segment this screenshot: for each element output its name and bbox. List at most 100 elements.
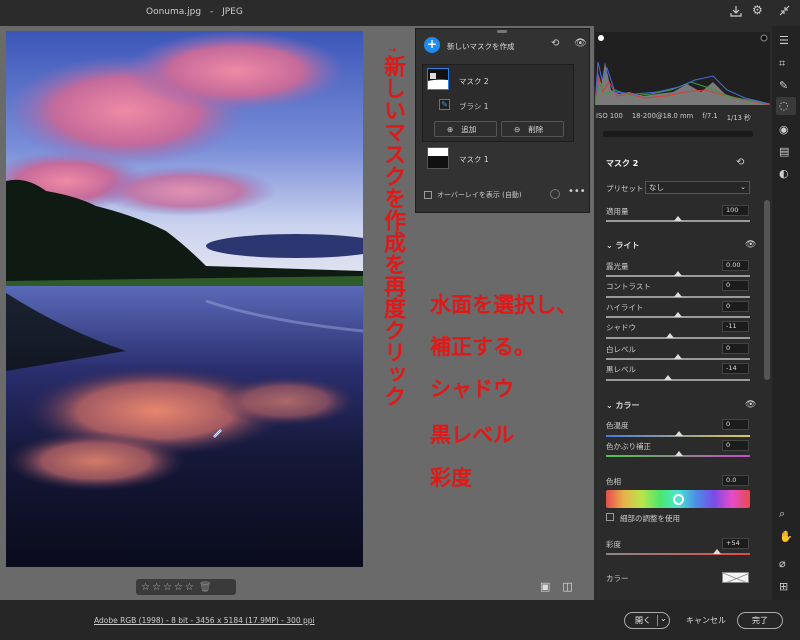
file-format: JPEG — [222, 7, 243, 17]
overlay-color-icon[interactable] — [550, 189, 560, 199]
trash-icon[interactable]: 🗑 — [199, 582, 212, 593]
new-mask-label[interactable]: 新しいマスクを作成 — [447, 41, 515, 52]
single-view-icon[interactable]: ▣ — [540, 580, 550, 593]
mask-thumbnail[interactable] — [427, 68, 449, 90]
cancel-button[interactable]: キャンセル — [686, 615, 726, 626]
tint-value[interactable]: 0 — [722, 440, 749, 451]
color-swatch[interactable] — [722, 572, 749, 583]
subtract-mask-icon: ⊖ — [514, 124, 521, 134]
collapse-icon[interactable] — [779, 5, 790, 19]
star-icon[interactable]: ☆ — [185, 582, 194, 593]
color-title: カラー — [615, 401, 640, 410]
color-label: カラー — [606, 574, 629, 583]
light-title: ライト — [615, 241, 640, 250]
grid-icon[interactable]: ⊞ — [779, 580, 788, 593]
done-button[interactable]: 完了 — [737, 612, 783, 629]
slider-thumb[interactable] — [674, 312, 682, 317]
star-icon[interactable]: ☆ — [163, 582, 172, 593]
star-rating[interactable]: ☆ ☆ ☆ ☆ ☆ 🗑 — [136, 579, 236, 595]
whites-value[interactable]: 0 — [722, 343, 749, 354]
slider-thumb[interactable] — [674, 354, 682, 359]
more-icon[interactable]: ••• — [568, 186, 586, 197]
star-icon[interactable]: ☆ — [141, 582, 150, 593]
slider-thumb[interactable] — [663, 375, 672, 380]
open-button[interactable]: 開く ⌄ — [624, 612, 670, 629]
edit-sliders-icon[interactable]: ☰ — [779, 34, 789, 47]
slider-thumb[interactable] — [666, 333, 675, 338]
slider-thumb[interactable] — [712, 549, 721, 554]
histogram — [594, 32, 771, 106]
exif-shutter: 1/13 秒 — [726, 114, 751, 122]
compare-view-icon[interactable]: ◫ — [562, 580, 572, 593]
add-button[interactable]: ⊕ 追加 — [434, 121, 497, 137]
contrast-value[interactable]: 0 — [722, 280, 749, 291]
amount-label: 適用量 — [606, 207, 629, 216]
mask-thumbnail[interactable] — [427, 147, 449, 169]
eye-icon[interactable]: 👁 — [745, 240, 756, 250]
panel-grip[interactable] — [497, 30, 507, 33]
exposure-label: 露光量 — [606, 262, 629, 271]
mask-name[interactable]: マスク 2 — [459, 76, 489, 87]
detail-checkbox[interactable] — [606, 513, 614, 521]
overlay-checkbox[interactable] — [424, 191, 432, 199]
slider-thumb[interactable] — [675, 451, 683, 456]
add-label: 追加 — [461, 124, 477, 134]
slider-thumb[interactable] — [674, 216, 682, 221]
add-mask-icon: ⊕ — [447, 124, 454, 134]
eye-icon[interactable]: 👁 — [574, 38, 587, 49]
light-section-header[interactable]: ⌄ ライト — [606, 240, 640, 251]
hue-handle[interactable] — [673, 494, 684, 505]
shadows-label: シャドウ — [606, 323, 636, 332]
exposure-value[interactable]: 0.00 — [722, 260, 749, 271]
title-separator: - — [209, 7, 214, 17]
eye-icon[interactable]: 👁 — [745, 400, 756, 410]
hue-value[interactable]: 0.0 — [722, 475, 749, 486]
zoom-icon[interactable]: ⌕ — [779, 507, 785, 521]
chevron-down-icon[interactable]: ⌄ — [660, 614, 667, 623]
delete-button[interactable]: ⊖ 削除 — [501, 121, 564, 137]
preset-select[interactable]: なし ⌄ — [645, 181, 750, 194]
shadows-slider[interactable] — [606, 337, 750, 339]
highlights-value[interactable]: 0 — [722, 301, 749, 312]
eyedropper-icon[interactable]: ⌀ — [779, 557, 786, 570]
star-icon[interactable]: ☆ — [152, 582, 161, 593]
reset-icon[interactable]: ⟲ — [551, 38, 559, 49]
masking-icon[interactable]: ◌ — [779, 99, 789, 112]
slider-thumb[interactable] — [675, 431, 683, 436]
preset-label: プリセット — [606, 184, 644, 193]
star-icon[interactable]: ☆ — [174, 582, 183, 593]
mask-settings-title: マスク 2 — [606, 159, 639, 168]
photo-preview[interactable] — [6, 31, 363, 567]
slider-thumb[interactable] — [674, 292, 682, 297]
brush-component-name[interactable]: ブラシ 1 — [459, 101, 489, 112]
hand-icon[interactable]: ✋ — [779, 530, 793, 543]
blacks-slider[interactable] — [606, 379, 750, 381]
saturation-value[interactable]: +54 — [722, 538, 749, 549]
presets-icon[interactable]: ▤ — [779, 145, 789, 158]
slider-thumb[interactable] — [674, 271, 682, 276]
reset-icon[interactable]: ⟲ — [736, 157, 744, 168]
redeye-icon[interactable]: ◉ — [779, 123, 789, 136]
blacks-value[interactable]: -14 — [722, 363, 749, 374]
brush-icon[interactable]: ✎ — [439, 99, 450, 110]
hue-label: 色相 — [606, 477, 621, 486]
new-mask-button[interactable]: + — [424, 37, 440, 53]
download-icon[interactable] — [730, 5, 742, 20]
saturation-slider[interactable] — [606, 553, 750, 555]
overlay-label: オーバーレイを表示 (自動) — [437, 191, 522, 199]
mask-name[interactable]: マスク 1 — [459, 154, 489, 165]
temperature-value[interactable]: 0 — [722, 419, 749, 430]
detail-label: 細部の調整を使用 — [620, 514, 680, 523]
panel-scrollbar[interactable] — [764, 200, 770, 380]
preset-value: なし — [649, 183, 664, 192]
gear-icon[interactable]: ⚙ — [752, 3, 763, 17]
highlights-label: ハイライト — [606, 303, 644, 312]
color-section-header[interactable]: ⌄ カラー — [606, 400, 640, 411]
contrast-label: コントラスト — [606, 282, 651, 291]
healing-icon[interactable]: ✎ — [779, 79, 788, 92]
snapshots-icon[interactable]: ◐ — [779, 167, 789, 180]
crop-icon[interactable]: ⌗ — [779, 57, 785, 71]
amount-value[interactable]: 100 — [722, 205, 749, 216]
workflow-options-link[interactable]: Adobe RGB (1998) - 8 bit - 3456 x 5184 (… — [94, 616, 315, 625]
shadows-value[interactable]: -11 — [722, 321, 749, 332]
